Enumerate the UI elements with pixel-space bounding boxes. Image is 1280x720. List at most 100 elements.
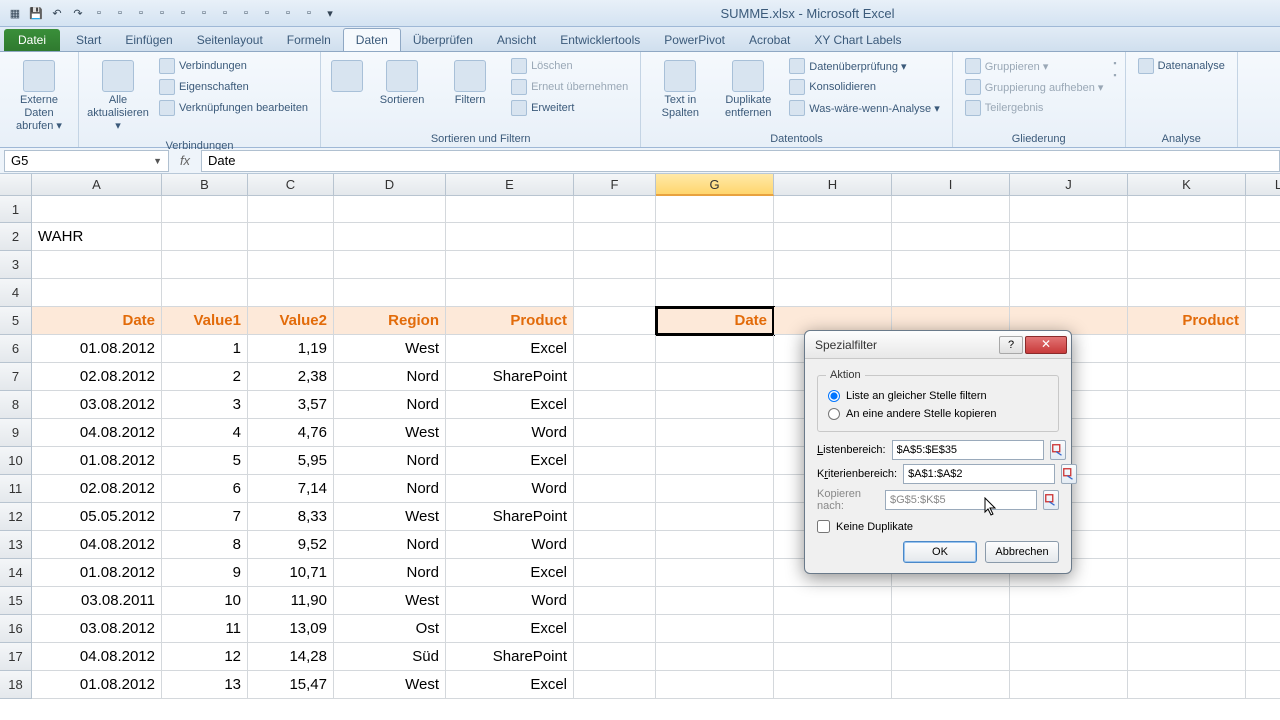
cell[interactable]: SharePoint <box>446 643 574 671</box>
column-header-J[interactable]: J <box>1010 174 1128 196</box>
clear-filter-button[interactable]: Löschen <box>507 56 632 76</box>
cell[interactable] <box>32 196 162 223</box>
cell[interactable] <box>774 196 892 223</box>
cell[interactable] <box>574 419 656 447</box>
cell[interactable] <box>1128 419 1246 447</box>
cell[interactable] <box>774 643 892 671</box>
cell[interactable] <box>446 223 574 251</box>
ungroup-button[interactable]: Gruppierung aufheben ▾ <box>961 77 1108 97</box>
cell[interactable] <box>574 587 656 615</box>
cell[interactable] <box>574 559 656 587</box>
cell[interactable]: 4,76 <box>248 419 334 447</box>
cell[interactable]: 13 <box>162 671 248 699</box>
cell[interactable]: Excel <box>446 391 574 419</box>
cell[interactable]: 11 <box>162 615 248 643</box>
list-range-input[interactable] <box>892 440 1044 460</box>
cell[interactable] <box>574 447 656 475</box>
tab-start[interactable]: Start <box>64 29 113 51</box>
cell[interactable] <box>1246 279 1280 307</box>
column-header-G[interactable]: G <box>656 174 774 196</box>
cell[interactable]: 01.08.2012 <box>32 671 162 699</box>
cell[interactable] <box>1128 196 1246 223</box>
cell[interactable] <box>574 671 656 699</box>
cell[interactable] <box>334 223 446 251</box>
select-all-corner[interactable] <box>0 174 32 196</box>
cell[interactable] <box>1246 307 1280 335</box>
cell[interactable]: 5,95 <box>248 447 334 475</box>
cell[interactable]: 5 <box>162 447 248 475</box>
cell[interactable] <box>1128 335 1246 363</box>
cell[interactable] <box>1128 279 1246 307</box>
cell[interactable]: 04.08.2012 <box>32 419 162 447</box>
cell[interactable] <box>656 419 774 447</box>
subtotal-button[interactable]: Teilergebnis <box>961 98 1108 118</box>
cell[interactable] <box>1128 587 1246 615</box>
qat-icon[interactable]: ▫ <box>195 4 213 22</box>
redo-icon[interactable]: ↷ <box>69 4 87 22</box>
column-header-I[interactable]: I <box>892 174 1010 196</box>
cell[interactable] <box>1010 615 1128 643</box>
cell[interactable]: 10 <box>162 587 248 615</box>
remove-duplicates-button[interactable]: Duplikate entfernen <box>717 56 779 124</box>
cell[interactable]: 02.08.2012 <box>32 475 162 503</box>
cell[interactable] <box>162 223 248 251</box>
cell[interactable] <box>1246 419 1280 447</box>
cell[interactable] <box>1128 643 1246 671</box>
cell[interactable]: Excel <box>446 671 574 699</box>
row-header[interactable]: 1 <box>0 196 32 223</box>
cell[interactable]: 3 <box>162 391 248 419</box>
consolidate-button[interactable]: Konsolidieren <box>785 77 943 97</box>
close-button[interactable]: ✕ <box>1025 336 1067 354</box>
cell[interactable] <box>892 671 1010 699</box>
cell[interactable]: 9,52 <box>248 531 334 559</box>
cell[interactable] <box>248 196 334 223</box>
cell[interactable]: Word <box>446 419 574 447</box>
cell[interactable] <box>656 475 774 503</box>
tab-seitenlayout[interactable]: Seitenlayout <box>185 29 275 51</box>
cell[interactable] <box>892 223 1010 251</box>
cell[interactable] <box>1010 223 1128 251</box>
cell[interactable]: 03.08.2012 <box>32 391 162 419</box>
cell[interactable] <box>1010 196 1128 223</box>
cell[interactable]: Excel <box>446 615 574 643</box>
cell[interactable] <box>892 615 1010 643</box>
cell[interactable] <box>1246 531 1280 559</box>
cell[interactable] <box>1246 391 1280 419</box>
text-to-columns-button[interactable]: Text in Spalten <box>649 56 711 124</box>
cell[interactable] <box>162 251 248 279</box>
cell-area[interactable]: WAHRDateValue1Value2RegionProductDatePro… <box>32 196 1280 699</box>
cancel-button[interactable]: Abbrechen <box>985 541 1059 563</box>
cell[interactable] <box>574 279 656 307</box>
edit-links-button[interactable]: Verknüpfungen bearbeiten <box>155 98 312 118</box>
cell[interactable]: Ost <box>334 615 446 643</box>
cell[interactable]: Nord <box>334 559 446 587</box>
cell[interactable] <box>1128 391 1246 419</box>
filter-button[interactable]: Filtern <box>439 56 501 111</box>
cell[interactable]: Nord <box>334 391 446 419</box>
cell[interactable]: Nord <box>334 475 446 503</box>
cell[interactable] <box>656 335 774 363</box>
row-header[interactable]: 8 <box>0 391 32 419</box>
collapse-icon[interactable]: ▪ <box>1113 70 1116 80</box>
sort-az-button[interactable] <box>329 56 365 98</box>
cell[interactable] <box>656 251 774 279</box>
cell[interactable]: 2 <box>162 363 248 391</box>
cell[interactable] <box>656 223 774 251</box>
tab-einfuegen[interactable]: Einfügen <box>113 29 184 51</box>
radio-filter-in-place[interactable]: Liste an gleicher Stelle filtern <box>826 387 1050 405</box>
cell[interactable]: Nord <box>334 531 446 559</box>
cell[interactable] <box>656 391 774 419</box>
cell[interactable] <box>1128 671 1246 699</box>
cell[interactable]: Nord <box>334 363 446 391</box>
data-analysis-button[interactable]: Datenanalyse <box>1134 56 1229 76</box>
qat-icon[interactable]: ▫ <box>216 4 234 22</box>
cell[interactable]: 01.08.2012 <box>32 559 162 587</box>
row-header[interactable]: 2 <box>0 223 32 251</box>
external-data-button[interactable]: Externe Daten abrufen ▾ <box>8 56 70 138</box>
cell[interactable] <box>1246 223 1280 251</box>
cell[interactable]: 03.08.2011 <box>32 587 162 615</box>
tab-entwicklertools[interactable]: Entwicklertools <box>548 29 652 51</box>
cell[interactable]: Product <box>446 307 574 335</box>
qat-icon[interactable]: ▫ <box>237 4 255 22</box>
cell[interactable]: Word <box>446 531 574 559</box>
